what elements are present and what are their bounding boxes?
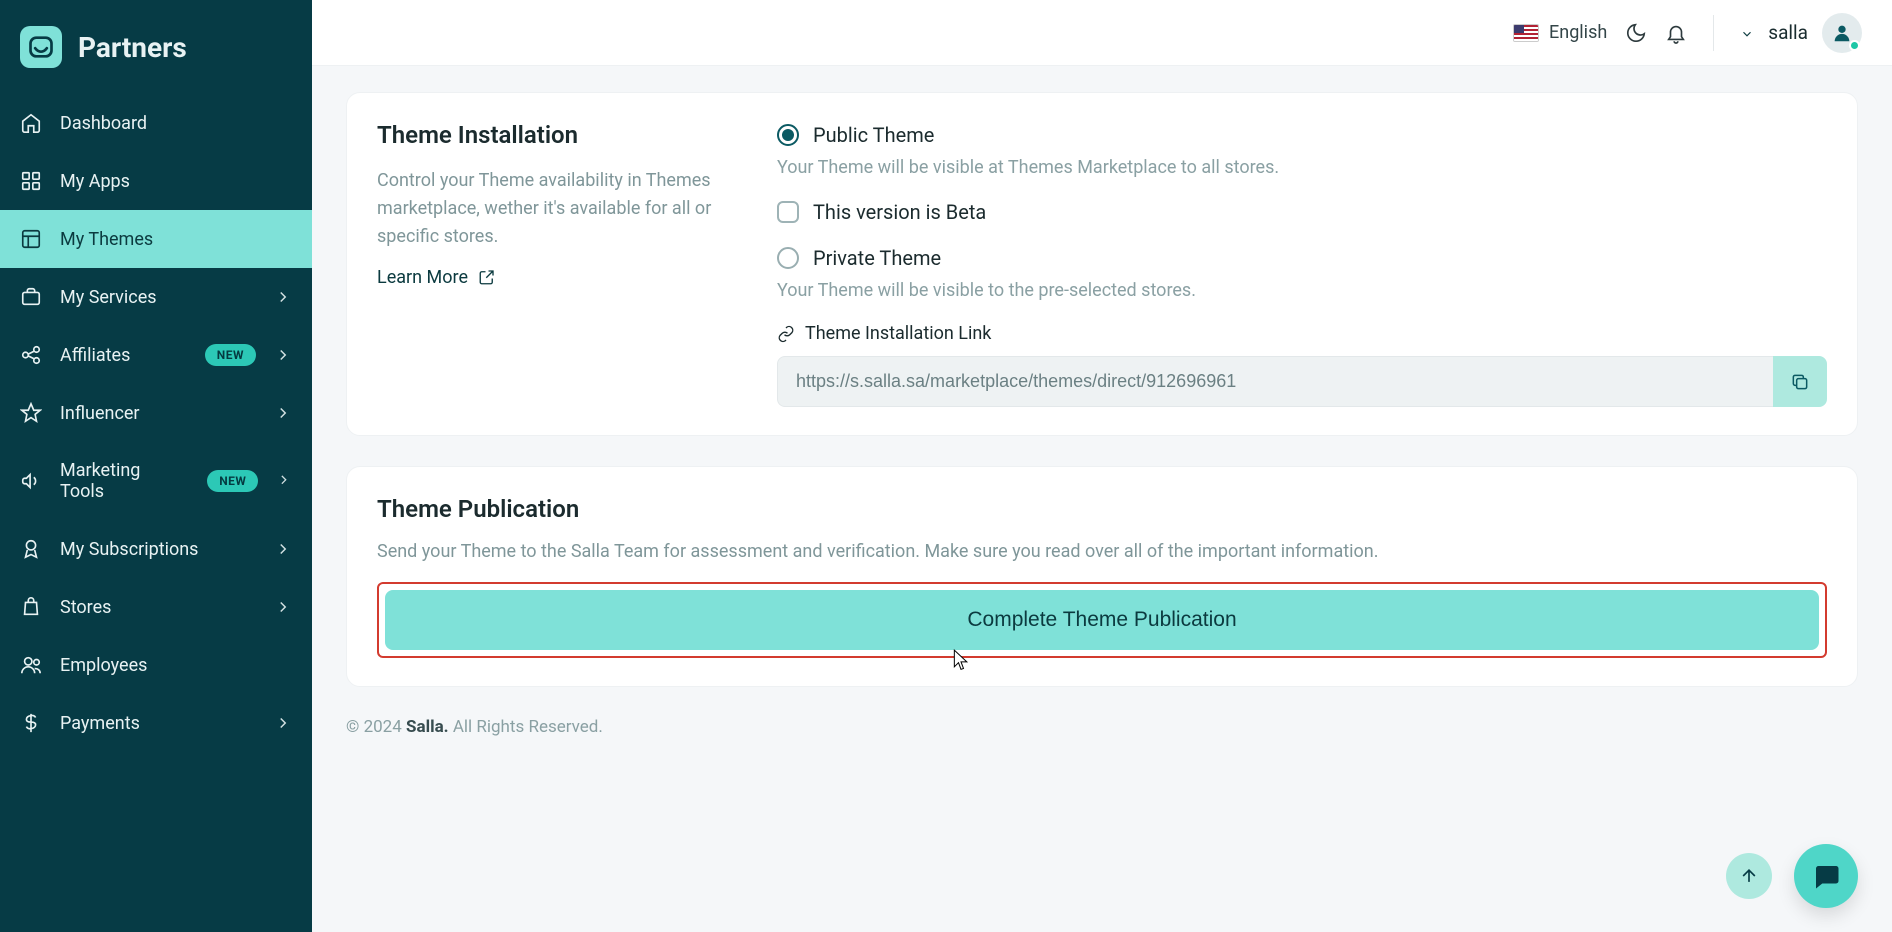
dollar-icon [20, 712, 42, 734]
chat-icon [1811, 861, 1841, 891]
layout-icon [20, 228, 42, 250]
section-title: Theme Installation [377, 121, 737, 149]
chevron-down-icon [1740, 26, 1754, 40]
section-desc: Control your Theme availability in Theme… [377, 167, 737, 251]
sidebar-item-employees[interactable]: Employees [0, 636, 312, 694]
complete-publication-button[interactable]: Complete Theme Publication [385, 590, 1819, 650]
sidebar-item-marketing-tools[interactable]: Marketing Tools NEW [0, 442, 312, 520]
badge-icon [20, 538, 42, 560]
section-desc: Send your Theme to the Salla Team for as… [377, 541, 1827, 562]
brand-text: Partners [78, 31, 187, 64]
chevron-right-icon [274, 540, 292, 558]
sidebar-item-label: My Apps [60, 171, 130, 192]
sidebar-item-influencer[interactable]: Influencer [0, 384, 312, 442]
link-icon [777, 325, 795, 343]
chevron-right-icon [274, 288, 292, 306]
learn-more-label: Learn More [377, 267, 468, 288]
nav: Dashboard My Apps My Themes My Services [0, 94, 312, 752]
sidebar-item-my-subscriptions[interactable]: My Subscriptions [0, 520, 312, 578]
sidebar-item-dashboard[interactable]: Dashboard [0, 94, 312, 152]
new-badge: NEW [207, 470, 258, 492]
private-theme-radio[interactable]: Private Theme [777, 246, 1827, 270]
public-hint: Your Theme will be visible at Themes Mar… [777, 157, 1827, 178]
sidebar-item-label: My Themes [60, 229, 153, 250]
chat-button[interactable] [1794, 844, 1858, 908]
user-name: salla [1768, 21, 1808, 44]
star-icon [20, 402, 42, 424]
home-icon [20, 112, 42, 134]
radio-checked-icon [777, 124, 799, 146]
sidebar-item-label: Payments [60, 713, 140, 734]
content: Theme Installation Control your Theme av… [312, 66, 1892, 932]
divider [1713, 15, 1714, 51]
user-menu[interactable]: salla [1740, 13, 1862, 53]
theme-installation-card: Theme Installation Control your Theme av… [346, 92, 1858, 436]
briefcase-icon [20, 286, 42, 308]
checkbox-unchecked-icon [777, 201, 799, 223]
sidebar-item-label: Marketing Tools [60, 460, 171, 502]
sidebar-item-affiliates[interactable]: Affiliates NEW [0, 326, 312, 384]
sidebar-item-label: My Subscriptions [60, 539, 198, 560]
bag-icon [20, 596, 42, 618]
sidebar: Partners Dashboard My Apps My Themes [0, 0, 312, 932]
chevron-right-icon [274, 714, 292, 732]
sidebar-item-payments[interactable]: Payments [0, 694, 312, 752]
learn-more-link[interactable]: Learn More [377, 267, 496, 288]
highlighted-action: Complete Theme Publication [377, 582, 1827, 658]
sidebar-item-my-services[interactable]: My Services [0, 268, 312, 326]
arrow-up-icon [1739, 866, 1759, 886]
chevron-right-icon [274, 404, 292, 422]
install-link-input[interactable] [777, 356, 1773, 407]
copy-icon [1790, 372, 1810, 392]
sidebar-item-label: Employees [60, 655, 147, 676]
beta-checkbox[interactable]: This version is Beta [777, 200, 1827, 224]
install-link-label: Theme Installation Link [777, 323, 1827, 344]
sidebar-item-my-apps[interactable]: My Apps [0, 152, 312, 210]
sidebar-item-label: Dashboard [60, 113, 147, 134]
sidebar-item-label: Stores [60, 597, 111, 618]
copy-link-button[interactable] [1773, 356, 1827, 407]
chevron-right-icon [274, 346, 292, 364]
checkbox-label: This version is Beta [813, 200, 986, 224]
sidebar-item-my-themes[interactable]: My Themes [0, 210, 312, 268]
notifications-icon[interactable] [1665, 22, 1687, 44]
private-hint: Your Theme will be visible to the pre-se… [777, 280, 1827, 301]
cursor-icon [951, 648, 971, 674]
sidebar-item-label: My Services [60, 287, 157, 308]
share-icon [20, 344, 42, 366]
sidebar-item-label: Influencer [60, 403, 140, 424]
header: English salla [312, 0, 1892, 66]
scroll-top-button[interactable] [1726, 853, 1772, 899]
section-title: Theme Publication [377, 495, 1827, 523]
sidebar-item-stores[interactable]: Stores [0, 578, 312, 636]
logo-icon [20, 26, 62, 68]
language-switch[interactable]: English [1513, 22, 1607, 43]
footer: © 2024 Salla. All Rights Reserved. [346, 717, 1858, 757]
users-icon [20, 654, 42, 676]
chevron-right-icon [276, 472, 292, 490]
radio-label: Private Theme [813, 246, 941, 270]
avatar [1822, 13, 1862, 53]
theme-publication-card: Theme Publication Send your Theme to the… [346, 466, 1858, 687]
external-link-icon [478, 268, 496, 286]
brand: Partners [0, 18, 312, 94]
radio-label: Public Theme [813, 123, 934, 147]
sidebar-item-label: Affiliates [60, 345, 130, 366]
flag-us-icon [1513, 24, 1539, 42]
radio-unchecked-icon [777, 247, 799, 269]
grid-icon [20, 170, 42, 192]
chevron-right-icon [274, 598, 292, 616]
megaphone-icon [20, 470, 42, 492]
new-badge: NEW [205, 344, 256, 366]
language-label: English [1549, 22, 1607, 43]
public-theme-radio[interactable]: Public Theme [777, 123, 1827, 147]
dark-mode-icon[interactable] [1625, 22, 1647, 44]
